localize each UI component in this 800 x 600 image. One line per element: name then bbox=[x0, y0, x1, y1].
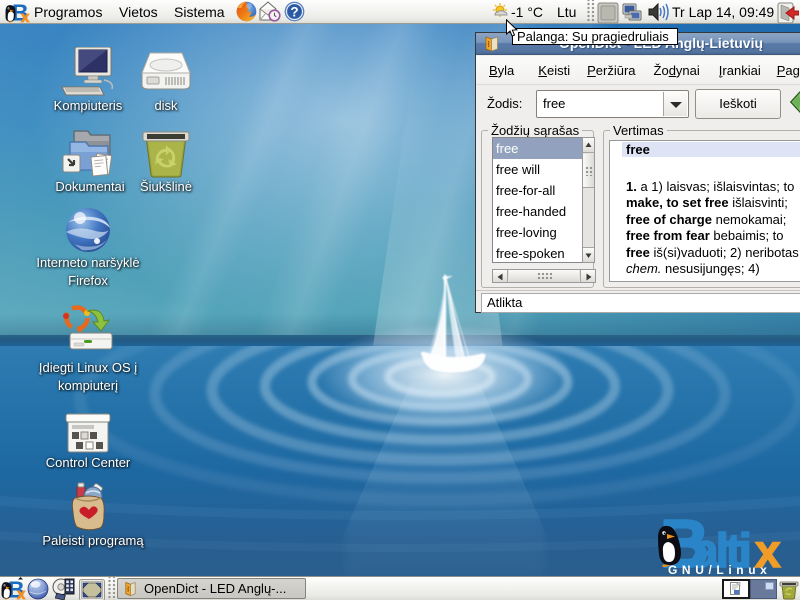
svg-text:GNU/Linux: GNU/Linux bbox=[668, 563, 771, 576]
svg-text:?: ? bbox=[290, 5, 298, 20]
svg-text:x: x bbox=[17, 586, 26, 600]
svg-text:x: x bbox=[21, 9, 30, 23]
